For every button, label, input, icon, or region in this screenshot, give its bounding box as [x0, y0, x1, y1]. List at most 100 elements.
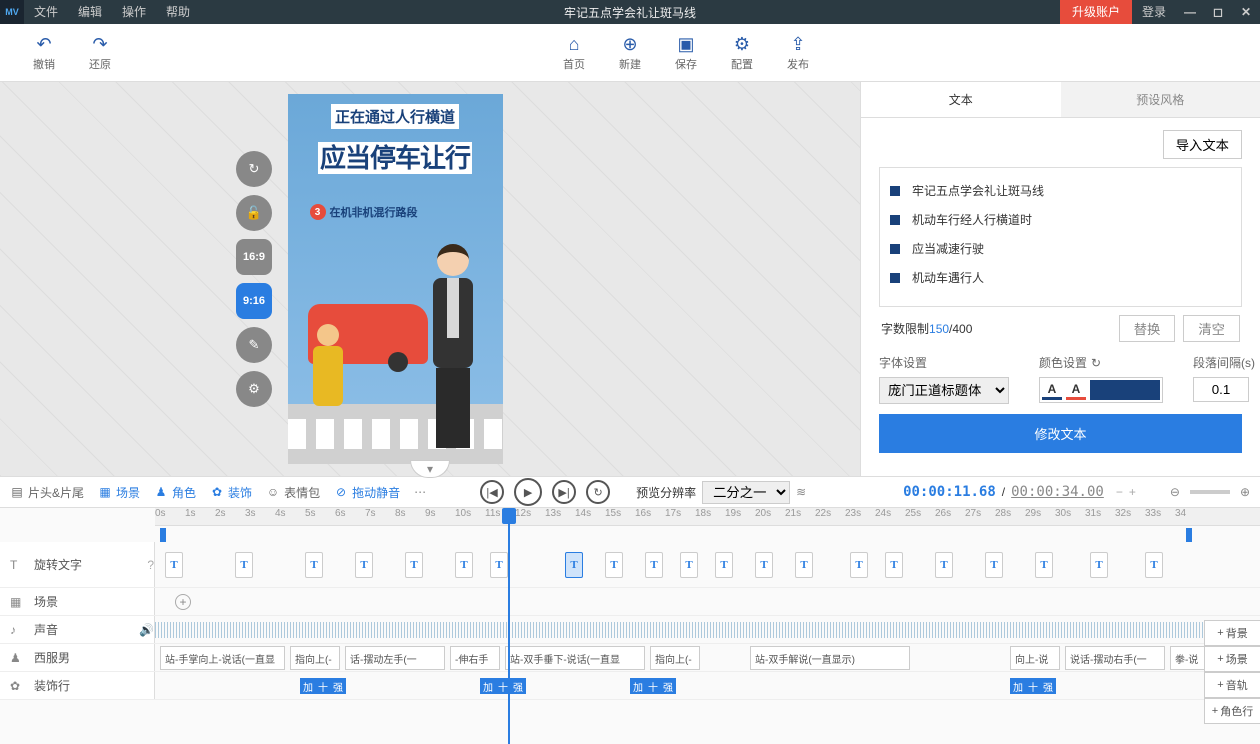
- text-clip[interactable]: T: [455, 552, 473, 578]
- tab-text[interactable]: 文本: [861, 82, 1061, 117]
- clear-button[interactable]: 清空: [1183, 315, 1240, 342]
- undo-button[interactable]: ↶撤销: [16, 28, 72, 78]
- text-clip[interactable]: T: [1035, 552, 1053, 578]
- opt-titles[interactable]: ▤片头&片尾: [10, 484, 84, 501]
- volume-icon[interactable]: 🔊: [139, 623, 154, 637]
- more-icon[interactable]: ⋯: [414, 485, 426, 499]
- action-clip[interactable]: 话-摆动左手(一: [345, 646, 445, 670]
- login-button[interactable]: 登录: [1132, 0, 1176, 24]
- upgrade-button[interactable]: 升级账户: [1060, 0, 1132, 24]
- next-button[interactable]: ▶|: [552, 480, 576, 504]
- help-icon[interactable]: ?: [147, 558, 154, 572]
- minimize-button[interactable]: —: [1176, 0, 1204, 24]
- config-button[interactable]: ⚙配置: [714, 28, 770, 78]
- list-item[interactable]: 牢记五点学会礼让斑马线: [890, 176, 1231, 205]
- opt-emoji[interactable]: ☺表情包: [266, 484, 320, 501]
- menu-action[interactable]: 操作: [112, 0, 156, 24]
- tab-preset[interactable]: 预设风格: [1061, 82, 1260, 117]
- layers-icon[interactable]: ≋: [796, 485, 806, 499]
- action-clip[interactable]: 站-双手解说(一直显示): [750, 646, 910, 670]
- refresh-tool[interactable]: ↻: [236, 151, 272, 187]
- opt-scene[interactable]: ▦场景: [98, 484, 140, 501]
- ratio-916[interactable]: 9:16: [236, 283, 272, 319]
- text-clip[interactable]: T: [935, 552, 953, 578]
- text-clip[interactable]: T: [565, 552, 583, 578]
- ratio-169[interactable]: 16:9: [236, 239, 272, 275]
- deco-clip[interactable]: 加: [1010, 678, 1026, 694]
- settings-tool[interactable]: ⚙: [236, 371, 272, 407]
- deco-clip[interactable]: 十: [315, 678, 331, 694]
- deco-clip[interactable]: 强: [510, 678, 526, 694]
- opt-dragmute[interactable]: ⊘拖动静音: [334, 484, 400, 501]
- text-clip[interactable]: T: [405, 552, 423, 578]
- text-clip[interactable]: T: [305, 552, 323, 578]
- text-clip[interactable]: T: [885, 552, 903, 578]
- lock-tool[interactable]: 🔓: [236, 195, 272, 231]
- edit-tool[interactable]: ✎: [236, 327, 272, 363]
- preview-select[interactable]: 二分之一: [702, 481, 790, 504]
- time-plus[interactable]: +: [1129, 485, 1136, 499]
- text-list[interactable]: 牢记五点学会礼让斑马线 机动车行经人行横道时 应当减速行驶 机动车遇行人: [879, 167, 1242, 307]
- list-item[interactable]: 机动车遇行人: [890, 263, 1231, 292]
- text-clip[interactable]: T: [165, 552, 183, 578]
- opt-role[interactable]: ♟角色: [154, 484, 196, 501]
- publish-button[interactable]: ⇪发布: [770, 28, 826, 78]
- text-clip[interactable]: T: [755, 552, 773, 578]
- menu-help[interactable]: 帮助: [156, 0, 200, 24]
- home-button[interactable]: ⌂首页: [546, 28, 602, 78]
- deco-clip[interactable]: 加: [630, 678, 646, 694]
- modify-text-button[interactable]: 修改文本: [879, 414, 1242, 453]
- ruler[interactable]: 0s1s2s3s4s5s6s7s8s9s10s11s12s13s14s15s16…: [155, 508, 1260, 526]
- action-clip[interactable]: -伸右手: [450, 646, 500, 670]
- text-clip[interactable]: T: [645, 552, 663, 578]
- text-clip[interactable]: T: [1145, 552, 1163, 578]
- text-clip[interactable]: T: [1090, 552, 1108, 578]
- text-clip[interactable]: T: [680, 552, 698, 578]
- save-button[interactable]: ▣保存: [658, 28, 714, 78]
- add-audio[interactable]: + 音轨: [1204, 672, 1260, 698]
- list-item[interactable]: 应当减速行驶: [890, 234, 1231, 263]
- replace-button[interactable]: 替换: [1119, 315, 1176, 342]
- prev-button[interactable]: |◀: [480, 480, 504, 504]
- action-clip[interactable]: 站-双手垂下-说话(一直显: [505, 646, 645, 670]
- text-clip[interactable]: T: [355, 552, 373, 578]
- deco-clip[interactable]: 强: [1040, 678, 1056, 694]
- refresh-icon[interactable]: ↻: [1091, 356, 1101, 370]
- action-clip[interactable]: 站-手掌向上-说话(一直显: [160, 646, 285, 670]
- menu-file[interactable]: 文件: [24, 0, 68, 24]
- action-clip[interactable]: 向上-说: [1010, 646, 1060, 670]
- add-scene[interactable]: +: [175, 594, 191, 610]
- add-role[interactable]: + 角色行: [1204, 698, 1260, 724]
- expand-arrow[interactable]: ▾: [410, 460, 450, 478]
- zoom-out-icon[interactable]: ⊖: [1170, 485, 1180, 499]
- action-clip[interactable]: 指向上(-: [290, 646, 340, 670]
- new-button[interactable]: ⊕新建: [602, 28, 658, 78]
- playhead[interactable]: [508, 508, 510, 744]
- color-picker[interactable]: AA: [1039, 377, 1163, 403]
- zoom-slider[interactable]: [1190, 490, 1230, 494]
- canvas-area[interactable]: 正在通过人行横道 应当停车让行 3 在机非机混行路段 ↻ 🔓 16:9 9:16…: [0, 82, 860, 476]
- text-clip[interactable]: T: [235, 552, 253, 578]
- text-clip[interactable]: T: [985, 552, 1003, 578]
- time-total[interactable]: 00:00:34.00: [1011, 484, 1104, 500]
- canvas[interactable]: 正在通过人行横道 应当停车让行 3 在机非机混行路段: [288, 94, 503, 464]
- deco-clip[interactable]: 十: [1025, 678, 1041, 694]
- action-clip[interactable]: 指向上(-: [650, 646, 700, 670]
- opt-deco[interactable]: ✿装饰: [210, 484, 252, 501]
- spacing-input[interactable]: [1193, 377, 1249, 402]
- redo-button[interactable]: ↷还原: [72, 28, 128, 78]
- loop-button[interactable]: ↻: [586, 480, 610, 504]
- list-item[interactable]: 机动车行经人行横道时: [890, 205, 1231, 234]
- menu-edit[interactable]: 编辑: [68, 0, 112, 24]
- text-clip[interactable]: T: [850, 552, 868, 578]
- text-clip[interactable]: T: [605, 552, 623, 578]
- add-scene[interactable]: + 场景: [1204, 646, 1260, 672]
- deco-clip[interactable]: 强: [660, 678, 676, 694]
- text-clip[interactable]: T: [715, 552, 733, 578]
- maximize-button[interactable]: ◻: [1204, 0, 1232, 24]
- add-bg[interactable]: + 背景: [1204, 620, 1260, 646]
- waveform[interactable]: [155, 622, 1260, 638]
- deco-clip[interactable]: 加: [300, 678, 316, 694]
- deco-clip[interactable]: 强: [330, 678, 346, 694]
- text-clip[interactable]: T: [490, 552, 508, 578]
